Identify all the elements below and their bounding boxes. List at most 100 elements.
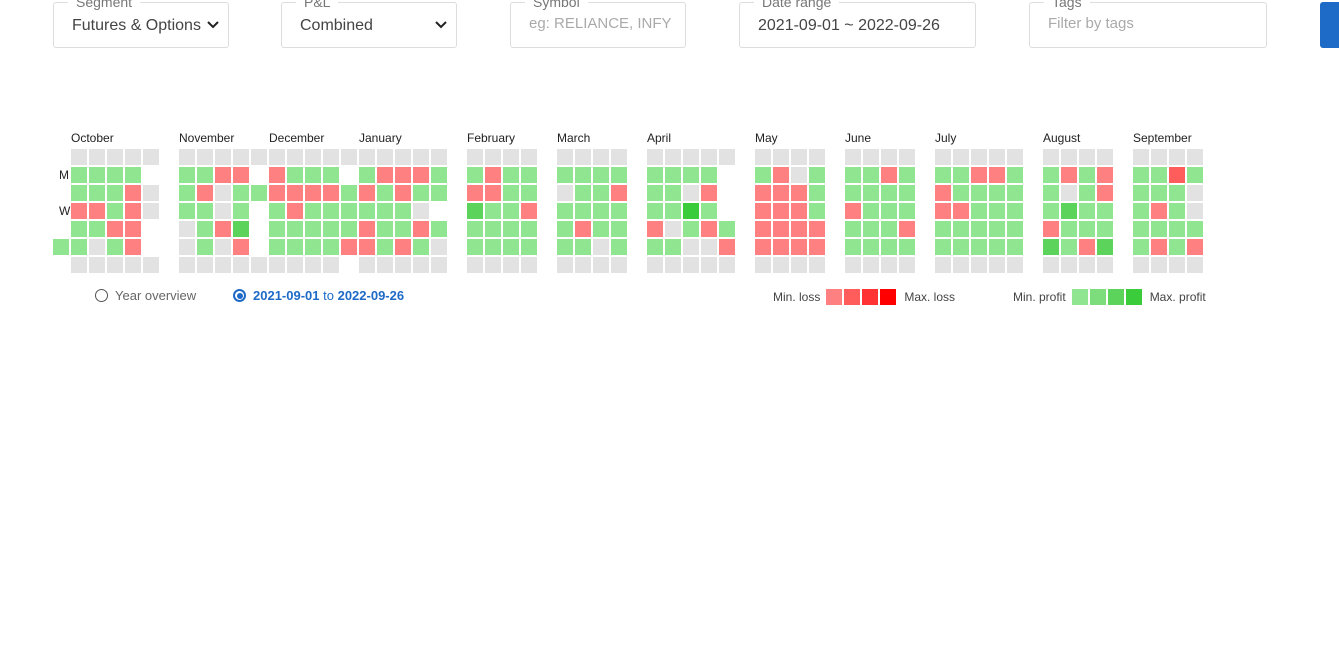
heatmap-cell[interactable] — [1007, 239, 1023, 255]
heatmap-cell[interactable] — [1133, 239, 1149, 255]
heatmap-cell[interactable] — [863, 239, 879, 255]
heatmap-cell[interactable] — [809, 221, 825, 237]
heatmap-cell[interactable] — [1079, 185, 1095, 201]
heatmap-cell[interactable] — [1151, 167, 1167, 183]
heatmap-cell[interactable] — [683, 257, 699, 273]
heatmap-cell[interactable] — [701, 167, 717, 183]
heatmap-cell[interactable] — [71, 185, 87, 201]
heatmap-cell[interactable] — [575, 221, 591, 237]
heatmap-cell[interactable] — [845, 203, 861, 219]
heatmap-cell[interactable] — [197, 203, 213, 219]
heatmap-cell[interactable] — [1151, 149, 1167, 165]
heatmap-cell[interactable] — [125, 239, 141, 255]
heatmap-cell[interactable] — [503, 239, 519, 255]
heatmap-cell[interactable] — [701, 221, 717, 237]
heatmap-cell[interactable] — [845, 257, 861, 273]
heatmap-cell[interactable] — [323, 257, 339, 273]
heatmap-cell[interactable] — [971, 239, 987, 255]
heatmap-cell[interactable] — [683, 203, 699, 219]
heatmap-cell[interactable] — [485, 149, 501, 165]
heatmap-cell[interactable] — [935, 167, 951, 183]
heatmap-cell[interactable] — [143, 185, 159, 201]
heatmap-cell[interactable] — [1097, 221, 1113, 237]
heatmap-cell[interactable] — [1079, 203, 1095, 219]
heatmap-cell[interactable] — [863, 221, 879, 237]
heatmap-cell[interactable] — [323, 149, 339, 165]
heatmap-cell[interactable] — [1169, 221, 1185, 237]
heatmap-cell[interactable] — [935, 185, 951, 201]
heatmap-cell[interactable] — [593, 221, 609, 237]
heatmap-cell[interactable] — [863, 167, 879, 183]
heatmap-cell[interactable] — [125, 257, 141, 273]
heatmap-cell[interactable] — [755, 203, 771, 219]
heatmap-cell[interactable] — [341, 185, 357, 201]
heatmap-cell[interactable] — [647, 149, 663, 165]
heatmap-cell[interactable] — [557, 221, 573, 237]
heatmap-cell[interactable] — [1187, 239, 1203, 255]
heatmap-cell[interactable] — [557, 167, 573, 183]
heatmap-cell[interactable] — [215, 221, 231, 237]
heatmap-cell[interactable] — [557, 185, 573, 201]
heatmap-cell[interactable] — [593, 203, 609, 219]
heatmap-cell[interactable] — [665, 203, 681, 219]
heatmap-cell[interactable] — [71, 149, 87, 165]
heatmap-cell[interactable] — [287, 149, 303, 165]
heatmap-cell[interactable] — [1151, 203, 1167, 219]
heatmap-cell[interactable] — [755, 149, 771, 165]
heatmap-cell[interactable] — [485, 203, 501, 219]
heatmap-cell[interactable] — [431, 221, 447, 237]
heatmap-cell[interactable] — [251, 149, 267, 165]
heatmap-cell[interactable] — [881, 203, 897, 219]
heatmap-cell[interactable] — [431, 257, 447, 273]
heatmap-cell[interactable] — [1169, 185, 1185, 201]
heatmap-cell[interactable] — [611, 185, 627, 201]
heatmap-cell[interactable] — [1043, 221, 1059, 237]
heatmap-cell[interactable] — [683, 185, 699, 201]
heatmap-cell[interactable] — [575, 185, 591, 201]
heatmap-cell[interactable] — [1007, 149, 1023, 165]
heatmap-cell[interactable] — [1043, 167, 1059, 183]
heatmap-cell[interactable] — [197, 239, 213, 255]
heatmap-cell[interactable] — [467, 239, 483, 255]
heatmap-cell[interactable] — [755, 185, 771, 201]
heatmap-cell[interactable] — [215, 257, 231, 273]
heatmap-cell[interactable] — [1043, 239, 1059, 255]
heatmap-cell[interactable] — [107, 203, 123, 219]
heatmap-cell[interactable] — [953, 149, 969, 165]
heatmap-cell[interactable] — [431, 149, 447, 165]
heatmap-cell[interactable] — [899, 149, 915, 165]
heatmap-cell[interactable] — [521, 185, 537, 201]
heatmap-cell[interactable] — [1061, 167, 1077, 183]
heatmap-cell[interactable] — [377, 185, 393, 201]
heatmap-cell[interactable] — [341, 221, 357, 237]
heatmap-cell[interactable] — [89, 221, 105, 237]
heatmap-cell[interactable] — [899, 185, 915, 201]
heatmap-cell[interactable] — [503, 149, 519, 165]
heatmap-cell[interactable] — [413, 203, 429, 219]
heatmap-cell[interactable] — [287, 257, 303, 273]
heatmap-cell[interactable] — [179, 167, 195, 183]
heatmap-cell[interactable] — [1061, 239, 1077, 255]
heatmap-cell[interactable] — [377, 239, 393, 255]
heatmap-cell[interactable] — [521, 257, 537, 273]
heatmap-cell[interactable] — [413, 185, 429, 201]
heatmap-cell[interactable] — [233, 167, 249, 183]
heatmap-cell[interactable] — [179, 185, 195, 201]
heatmap-cell[interactable] — [971, 167, 987, 183]
heatmap-cell[interactable] — [503, 221, 519, 237]
heatmap-cell[interactable] — [899, 257, 915, 273]
heatmap-cell[interactable] — [1097, 167, 1113, 183]
heatmap-cell[interactable] — [269, 167, 285, 183]
heatmap-cell[interactable] — [791, 167, 807, 183]
heatmap-cell[interactable] — [665, 257, 681, 273]
heatmap-cell[interactable] — [413, 149, 429, 165]
heatmap-cell[interactable] — [1133, 221, 1149, 237]
heatmap-cell[interactable] — [809, 257, 825, 273]
heatmap-cell[interactable] — [1043, 257, 1059, 273]
heatmap-cell[interactable] — [305, 167, 321, 183]
heatmap-cell[interactable] — [791, 221, 807, 237]
heatmap-cell[interactable] — [431, 167, 447, 183]
heatmap-cell[interactable] — [143, 203, 159, 219]
heatmap-cell[interactable] — [323, 239, 339, 255]
heatmap-cell[interactable] — [269, 185, 285, 201]
